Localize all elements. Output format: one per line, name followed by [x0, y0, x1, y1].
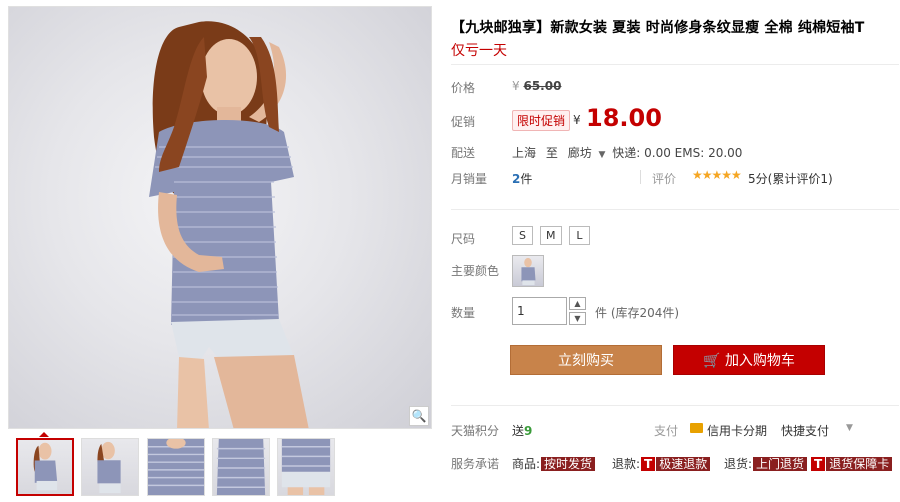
size-option-m[interactable]: M — [540, 226, 562, 245]
sales-count: 2件 — [512, 170, 532, 187]
divider — [451, 209, 899, 210]
ship-from: 上海 — [512, 146, 537, 160]
original-price: ¥ 65.00 — [512, 79, 561, 93]
color-option[interactable] — [512, 255, 544, 287]
points-label: 天猫积分 — [451, 424, 500, 438]
quantity-label: 数量 — [451, 306, 476, 320]
tmall-t-icon: T — [811, 457, 826, 471]
thumbnail-2[interactable] — [81, 438, 139, 496]
model-illustration — [149, 21, 309, 428]
main-product-image[interactable]: 🔍 — [8, 6, 432, 429]
service-item[interactable]: 商品: 按时发货 — [512, 455, 596, 472]
original-price-value: 65.00 — [523, 79, 562, 93]
product-title: 【九块邮独享】新款女装 夏装 时尚修身条纹显瘦 全棉 纯棉短袖T — [451, 20, 865, 36]
shipping-fees: 快递: 0.00 EMS: 20.00 — [612, 146, 743, 160]
service-prefix: 退款: — [612, 457, 641, 471]
size-option-l[interactable]: L — [569, 226, 590, 245]
quantity-input[interactable] — [512, 297, 567, 325]
divider — [451, 64, 899, 65]
service-tag: 按时发货 — [541, 457, 596, 471]
price-label: 价格 — [451, 81, 476, 95]
cart-icon: 🛒 — [703, 353, 721, 369]
service-tag: 上门退货 — [753, 457, 808, 471]
shipping-label: 配送 — [451, 146, 476, 160]
promo-price: 18.00 — [586, 104, 662, 132]
thumbnail-3[interactable] — [147, 438, 205, 496]
currency-symbol: ¥ — [512, 79, 520, 93]
service-prefix: 商品: — [512, 457, 541, 471]
divider — [640, 170, 641, 184]
service-tag: 极速退款 — [656, 457, 711, 471]
size-label: 尺码 — [451, 232, 476, 246]
rating-label: 评价 — [652, 172, 677, 186]
points-prefix: 送 — [512, 424, 525, 438]
divider — [451, 405, 899, 406]
promo-badge: 限时促销 — [512, 110, 571, 131]
rating-text[interactable]: 5分(累计评价1) — [748, 170, 833, 187]
thumbnail-strip — [8, 432, 432, 498]
star-rating-icon: ★★★★★ — [692, 168, 742, 182]
installment-option[interactable]: 信用卡分期 — [707, 422, 767, 439]
size-option-s[interactable]: S — [512, 226, 533, 245]
stock-info: 件 (库存204件) — [595, 306, 680, 320]
quick-pay-option[interactable]: 快捷支付 — [781, 422, 829, 439]
tmall-t-icon: T — [641, 457, 656, 471]
ship-to-word: 至 — [545, 146, 558, 160]
add-to-cart-button[interactable]: 🛒 加入购物车 — [673, 345, 825, 375]
promo-label: 促销 — [451, 115, 476, 129]
service-tag: 退货保障卡 — [826, 457, 893, 471]
quantity-decrease-icon[interactable]: ▼ — [569, 312, 586, 325]
points-value: 送9 — [512, 422, 532, 439]
promo-currency: ¥ — [573, 113, 581, 127]
thumbnail-pointer-icon — [39, 432, 49, 437]
payment-label: 支付 — [654, 424, 679, 438]
buy-now-button[interactable]: 立刻购买 — [510, 345, 662, 375]
sales-label: 月销量 — [451, 172, 488, 186]
ship-to-select[interactable]: 廊坊 — [568, 146, 592, 160]
shipping-info: 上海 至 廊坊 ▼ 快递: 0.00 EMS: 20.00 — [512, 144, 742, 161]
service-item[interactable]: 退款: T 极速退款 — [612, 455, 711, 472]
credit-card-icon — [690, 423, 703, 433]
points-number: 9 — [524, 424, 533, 438]
thumbnail-1[interactable] — [16, 438, 74, 496]
thumbnail-5[interactable] — [277, 438, 335, 496]
service-prefix: 退货: — [724, 457, 753, 471]
product-subtitle: 仅亏一天 — [451, 43, 507, 59]
service-label: 服务承诺 — [451, 457, 500, 471]
add-to-cart-label: 加入购物车 — [724, 353, 795, 369]
quantity-increase-icon[interactable]: ▲ — [569, 297, 586, 310]
magnifier-icon[interactable]: 🔍 — [409, 406, 429, 426]
service-item[interactable]: 退货: 上门退货 — [724, 455, 808, 472]
service-item[interactable]: T 退货保障卡 — [810, 455, 893, 472]
thumbnail-4[interactable] — [212, 438, 270, 496]
chevron-down-icon[interactable]: ▼ — [599, 150, 606, 160]
sales-unit: 件 — [520, 172, 533, 186]
color-label: 主要颜色 — [451, 264, 500, 278]
chevron-down-icon[interactable]: ▼ — [846, 423, 853, 433]
